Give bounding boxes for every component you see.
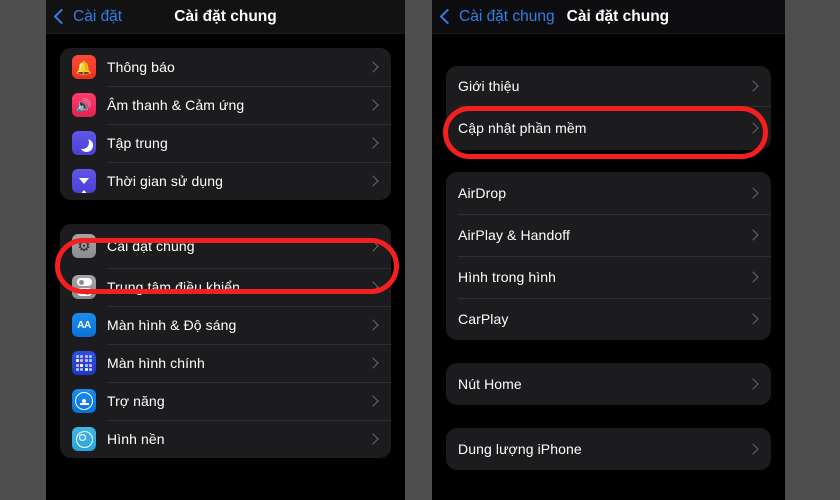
list-item-cai-dat-chung[interactable]: ⚙ Cài đặt chung	[60, 224, 391, 268]
chevron-right-icon	[367, 175, 379, 187]
chevron-right-icon	[367, 319, 379, 331]
chevron-right-icon	[747, 80, 759, 92]
list-item-thong-bao[interactable]: 🔔 Thông báo	[60, 48, 391, 86]
list-item-label: Hình nền	[107, 431, 165, 447]
list-item-man-hinh-do-sang[interactable]: AA Màn hình & Độ sáng	[60, 306, 391, 344]
moon-icon	[72, 131, 96, 155]
list-item-label: Hình trong hình	[458, 269, 557, 285]
list-item-trung-tam-dieu-khien[interactable]: Trung tâm điều khiển	[60, 268, 391, 306]
list-item-dung-luong-iphone[interactable]: Dung lượng iPhone	[446, 428, 771, 470]
right-group-2: AirDrop AirPlay & Handoff Hình trong hìn…	[446, 172, 771, 340]
chevron-right-icon	[367, 433, 379, 445]
chevron-right-icon	[367, 240, 379, 252]
list-item-cap-nhat-phan-mem[interactable]: Cập nhật phần mềm	[446, 106, 771, 150]
list-item-label: Giới thiệu	[458, 78, 520, 94]
toggles-icon	[72, 275, 96, 299]
list-item-label: AirPlay & Handoff	[458, 227, 570, 243]
list-item-hinh-nen[interactable]: Hình nền	[60, 420, 391, 458]
aa-text-icon: AA	[72, 313, 96, 337]
chevron-right-icon	[747, 122, 759, 134]
list-item-label: Nút Home	[458, 376, 522, 392]
chevron-right-icon	[747, 229, 759, 241]
list-item-label: Thông báo	[107, 59, 175, 75]
chevron-right-icon	[747, 187, 759, 199]
left-phone-screen: Cài đặt Cài đặt chung 🔔 Thông báo 🔊 Âm t…	[46, 0, 405, 500]
list-item-label: Âm thanh & Cảm ứng	[107, 97, 245, 113]
list-item-label: AirDrop	[458, 185, 507, 201]
right-settings-list: Giới thiệu Cập nhật phần mềm AirDrop Air…	[432, 66, 785, 500]
chevron-right-icon	[367, 281, 379, 293]
bell-icon: 🔔	[72, 55, 96, 79]
list-item-label: Màn hình chính	[107, 355, 205, 371]
right-nav-bar: Cài đặt chung Cài đặt chung	[432, 0, 785, 34]
left-settings-list: 🔔 Thông báo 🔊 Âm thanh & Cảm ứng Tập tru…	[46, 48, 405, 500]
right-back-button[interactable]: Cài đặt chung	[439, 7, 555, 26]
speaker-icon: 🔊	[72, 93, 96, 117]
left-group-1: 🔔 Thông báo 🔊 Âm thanh & Cảm ứng Tập tru…	[60, 48, 391, 200]
wallpaper-flower-icon	[72, 427, 96, 451]
list-item-thoi-gian-su-dung[interactable]: Thời gian sử dụng	[60, 162, 391, 200]
hourglass-icon	[72, 169, 96, 193]
list-item-airdrop[interactable]: AirDrop	[446, 172, 771, 214]
list-item-nut-home[interactable]: Nút Home	[446, 363, 771, 405]
list-item-label: CarPlay	[458, 311, 509, 327]
left-nav-bar: Cài đặt Cài đặt chung	[46, 0, 405, 34]
list-item-gioi-thieu[interactable]: Giới thiệu	[446, 66, 771, 106]
right-group-3: Nút Home	[446, 363, 771, 405]
chevron-right-icon	[367, 357, 379, 369]
list-item-airplay-handoff[interactable]: AirPlay & Handoff	[446, 214, 771, 256]
left-back-button[interactable]: Cài đặt	[53, 7, 123, 26]
list-item-carplay[interactable]: CarPlay	[446, 298, 771, 340]
left-group-2: ⚙ Cài đặt chung Trung tâm điều khiển AA …	[60, 224, 391, 458]
chevron-left-icon	[53, 8, 70, 25]
chevron-right-icon	[367, 137, 379, 149]
list-item-label: Cài đặt chung	[107, 238, 195, 254]
list-item-label: Thời gian sử dụng	[107, 173, 223, 189]
right-page-title: Cài đặt chung	[566, 7, 670, 25]
accessibility-icon	[72, 389, 96, 413]
list-item-label: Cập nhật phần mềm	[458, 120, 587, 136]
right-phone-screen: Cài đặt chung Cài đặt chung Giới thiệu C…	[432, 0, 785, 500]
list-item-hinh-trong-hinh[interactable]: Hình trong hình	[446, 256, 771, 298]
chevron-right-icon	[747, 271, 759, 283]
list-item-label: Tập trung	[107, 135, 168, 151]
list-item-label: Trợ năng	[107, 393, 165, 409]
gear-icon: ⚙	[72, 234, 96, 258]
chevron-right-icon	[747, 313, 759, 325]
chevron-right-icon	[367, 99, 379, 111]
list-item-label: Trung tâm điều khiển	[107, 279, 240, 295]
list-item-tap-trung[interactable]: Tập trung	[60, 124, 391, 162]
left-back-label: Cài đặt	[73, 7, 123, 25]
right-back-label: Cài đặt chung	[459, 7, 555, 25]
chevron-right-icon	[367, 61, 379, 73]
chevron-right-icon	[747, 443, 759, 455]
right-group-4: Dung lượng iPhone	[446, 428, 771, 470]
list-item-label: Màn hình & Độ sáng	[107, 317, 237, 333]
right-group-1: Giới thiệu Cập nhật phần mềm	[446, 66, 771, 150]
chevron-right-icon	[367, 395, 379, 407]
list-item-man-hinh-chinh[interactable]: Màn hình chính	[60, 344, 391, 382]
app-grid-icon	[72, 351, 96, 375]
list-item-label: Dung lượng iPhone	[458, 441, 582, 457]
screenshot-stage: Cài đặt Cài đặt chung 🔔 Thông báo 🔊 Âm t…	[0, 0, 840, 500]
chevron-left-icon	[439, 8, 456, 25]
chevron-right-icon	[747, 378, 759, 390]
list-item-tro-nang[interactable]: Trợ năng	[60, 382, 391, 420]
list-item-am-thanh[interactable]: 🔊 Âm thanh & Cảm ứng	[60, 86, 391, 124]
